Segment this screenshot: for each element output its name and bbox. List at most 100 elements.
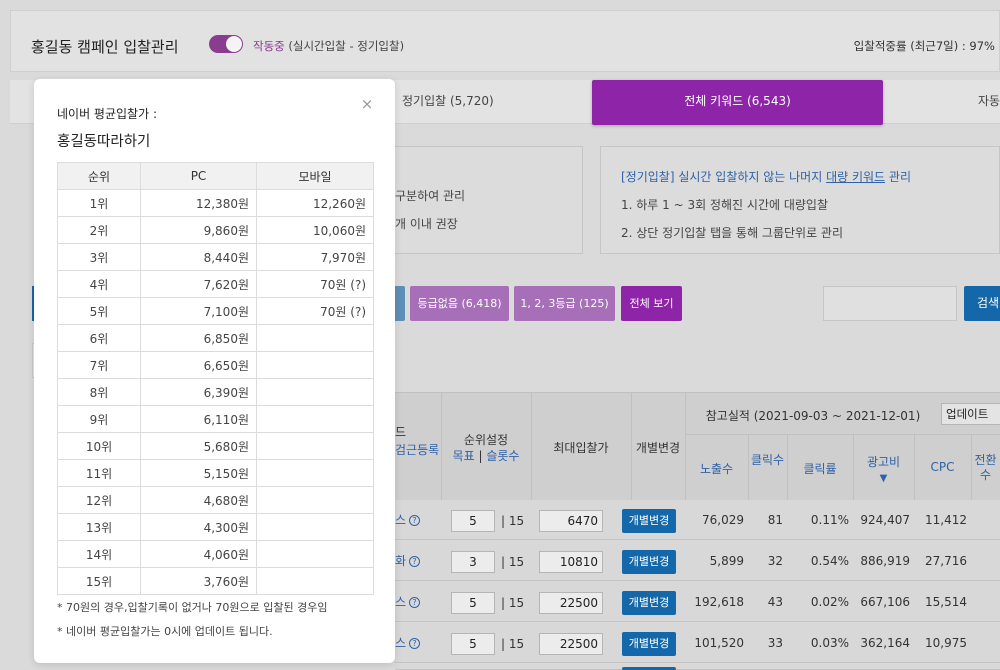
status-mode-label: (실시간입찰 - 정기입찰)	[288, 39, 405, 53]
close-icon[interactable]: ×	[360, 97, 374, 112]
table-row: 13위 4,300원	[57, 513, 374, 541]
bulk-keyword-link[interactable]: 대량 키워드	[826, 170, 885, 184]
filter-view-all-button[interactable]: 전체 보기	[621, 286, 682, 321]
target-rank-input[interactable]: 5	[451, 633, 495, 655]
help-icon[interactable]: ?	[409, 597, 421, 608]
rank-slots: | 15	[501, 555, 525, 569]
table-row: 5위 7,100원 70원 (?)	[57, 297, 374, 325]
table-row: 3위 8,440원 7,970원	[57, 243, 374, 271]
tab-all-keywords[interactable]: 전체 키워드 (6,543)	[592, 80, 883, 125]
clicks-value: 32	[767, 554, 783, 568]
mobile-bid-cell: 7,970원	[256, 243, 374, 271]
mobile-bid-cell: 70원 (?)	[256, 270, 374, 298]
campaign-title: 홍길동 캠페인 입찰관리	[31, 38, 179, 56]
col-cost[interactable]: 광고비 ▼	[853, 453, 914, 484]
pc-bid-cell: 6,650원	[140, 351, 257, 379]
pc-bid-cell: 6,850원	[140, 324, 257, 352]
tab-auto[interactable]: 자동	[978, 80, 1000, 124]
max-bid-input[interactable]: 22500	[539, 592, 603, 614]
table-row: 11위 5,150원	[57, 459, 374, 487]
mobile-bid-cell	[256, 567, 374, 595]
help-icon[interactable]: ?	[409, 638, 421, 649]
pc-bid-cell: 6,390원	[140, 378, 257, 406]
individual-change-button[interactable]: 개별변경	[622, 550, 676, 574]
keyword-cell[interactable]: 스?	[395, 582, 421, 622]
rank-cell: 2위	[57, 216, 141, 244]
rank-cell: 8위	[57, 378, 141, 406]
table-row: 7위 6,650원	[57, 351, 374, 379]
col-impressions[interactable]: 노출수	[685, 460, 748, 477]
mobile-bid-cell	[256, 540, 374, 568]
campaign-active-toggle[interactable]	[209, 35, 243, 53]
mobile-bid-cell	[256, 486, 374, 514]
cpc-value: 15,514	[925, 595, 967, 609]
rank-slots: | 15	[501, 637, 525, 651]
cost-value: 667,106	[860, 595, 910, 609]
col-rank-target[interactable]: 목표	[453, 449, 475, 463]
ctr-value: 0.54%	[810, 554, 849, 568]
rank-cell: 10위	[57, 432, 141, 460]
impressions-value: 192,618	[694, 595, 744, 609]
mobile-bid-cell	[256, 459, 374, 487]
help-icon[interactable]: ?	[409, 556, 421, 567]
table-row: 2위 9,860원 10,060원	[57, 216, 374, 244]
sort-desc-icon: ▼	[879, 473, 888, 484]
max-bid-input[interactable]: 10810	[539, 551, 603, 573]
rank-slots-value: 15	[508, 637, 525, 651]
col-conversions[interactable]: 전환수	[971, 453, 1000, 485]
individual-change-button[interactable]: 개별변경	[622, 632, 676, 656]
tab-scheduled-bid[interactable]: 정기입찰 (5,720)	[402, 80, 494, 124]
search-button[interactable]: 검색	[964, 286, 1000, 321]
rank-cell: 5위	[57, 297, 141, 325]
pc-bid-cell: 3,760원	[140, 567, 257, 595]
individual-change-button[interactable]: 개별변경	[622, 509, 676, 533]
cpc-value: 10,975	[925, 636, 967, 650]
rank-cell: 12위	[57, 486, 141, 514]
col-rank: 순위	[57, 162, 141, 190]
col-keyword-tail: 드	[395, 425, 407, 439]
col-ctr[interactable]: 클릭률	[787, 460, 853, 477]
col-pc: PC	[140, 162, 257, 190]
filter-no-grade-button[interactable]: 등급없음 (6,418)	[410, 286, 509, 321]
col-clicks[interactable]: 클릭수	[748, 453, 787, 468]
table-header-row: 순위 PC 모바일	[57, 162, 374, 190]
mobile-bid-cell	[256, 405, 374, 433]
target-rank-input[interactable]: 5	[451, 510, 495, 532]
max-bid-input[interactable]: 6470	[539, 510, 603, 532]
keyword-cell[interactable]: 스?	[395, 623, 421, 663]
cost-value: 886,919	[860, 554, 910, 568]
help-icon[interactable]: ?	[409, 515, 421, 526]
keyword-cell[interactable]: 스?	[395, 500, 421, 540]
target-rank-input[interactable]: 5	[451, 592, 495, 614]
info-line: 1. 하루 1 ~ 3회 정해진 시간에 대량입찰	[621, 198, 828, 212]
table-row	[395, 664, 1000, 670]
keyword-cell[interactable]: 화?	[395, 541, 421, 581]
col-keyword-register-link[interactable]: 검근등록	[395, 441, 439, 458]
pc-bid-cell: 12,380원	[140, 189, 257, 217]
individual-change-button[interactable]: 개별변경	[622, 591, 676, 615]
bid-hit-rate: 입찰적중률 (최근7일) : 97%	[853, 39, 995, 53]
filter-grade-123-button[interactable]: 1, 2, 3등급 (125)	[514, 286, 615, 321]
keyword-grid-header: 드 검근등록 순위설정 목표 | 슬롯수 최대입찰가 개별변경 참고실적 (20…	[395, 392, 1000, 501]
rank-slots-value: 15	[508, 555, 525, 569]
col-individual-change: 개별변경	[635, 441, 681, 455]
mobile-bid-cell: 70원 (?)	[256, 297, 374, 325]
col-rank-slots[interactable]: 슬롯수	[486, 449, 519, 463]
clicks-value: 81	[767, 513, 783, 527]
cpc-value: 11,412	[925, 513, 967, 527]
table-row: 15위 3,760원	[57, 567, 374, 595]
pc-bid-cell: 7,620원	[140, 270, 257, 298]
clicks-value: 43	[767, 595, 783, 609]
table-row: 화? 3 | 15 10810 개별변경 5,899 32 0.54% 886,…	[395, 541, 1000, 581]
pc-bid-cell: 4,680원	[140, 486, 257, 514]
col-cpc[interactable]: CPC	[914, 460, 971, 474]
target-rank-input[interactable]: 3	[451, 551, 495, 573]
rank-cell: 15위	[57, 567, 141, 595]
rank-cell: 11위	[57, 459, 141, 487]
max-bid-input[interactable]: 22500	[539, 633, 603, 655]
table-row: 6위 6,850원	[57, 324, 374, 352]
search-input[interactable]	[823, 286, 957, 321]
cost-value: 924,407	[860, 513, 910, 527]
info-box-realtime: 구분하여 관리 개 이내 권장	[380, 146, 583, 254]
update-select[interactable]: 업데이트	[941, 403, 1000, 425]
